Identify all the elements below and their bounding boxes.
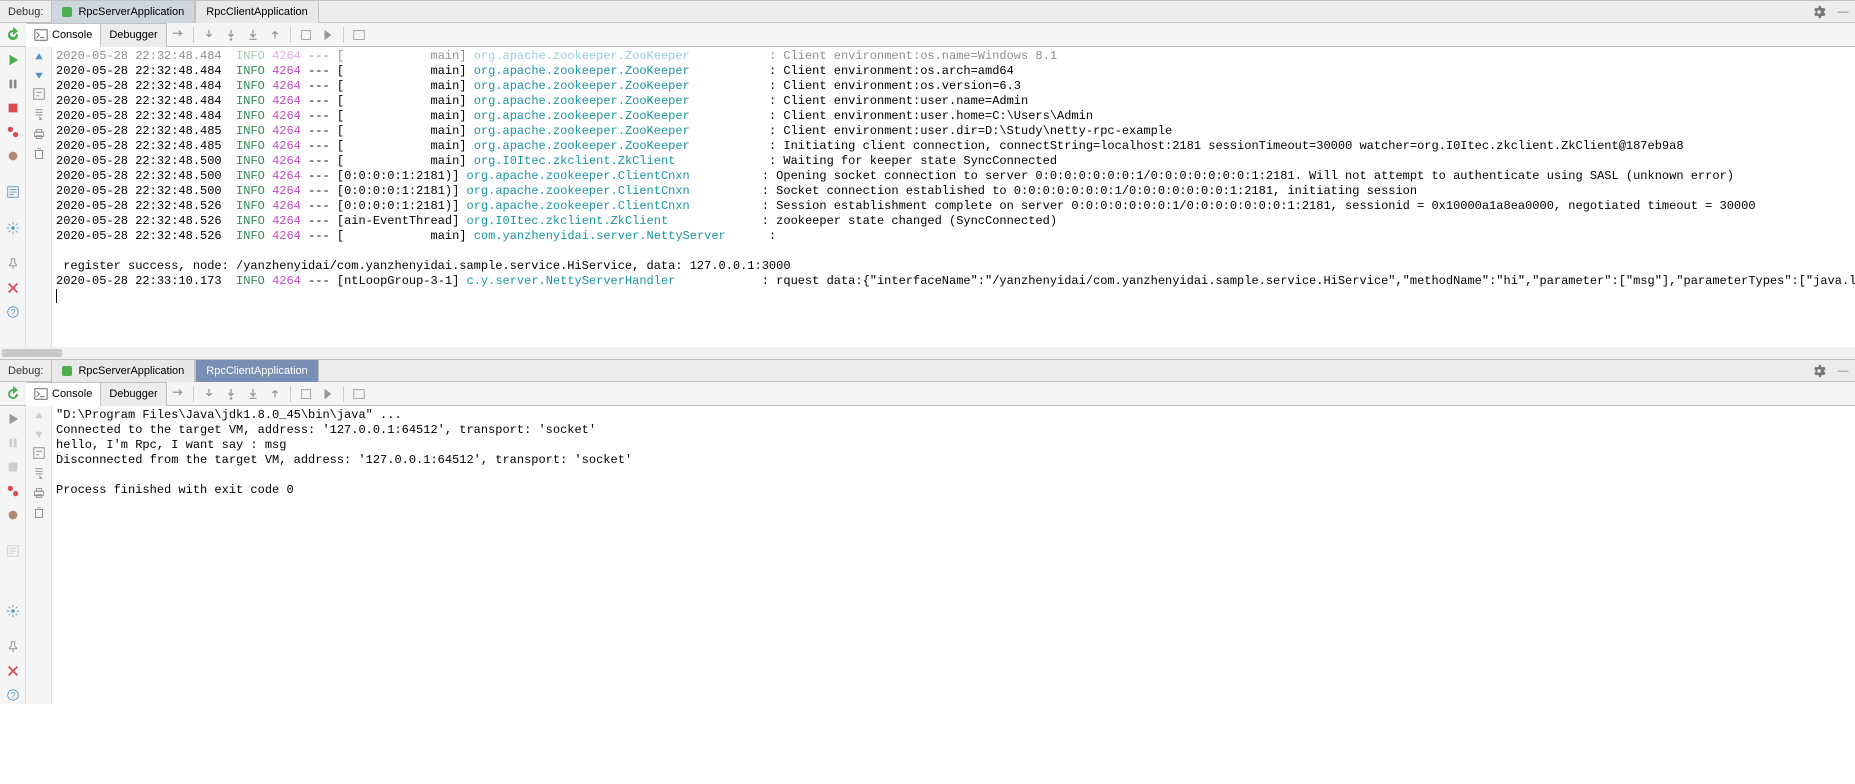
debug-label: Debug: xyxy=(0,6,51,18)
settings-icon[interactable] xyxy=(1811,363,1827,379)
rerun-button[interactable] xyxy=(0,386,26,402)
get-thread-dump-button[interactable] xyxy=(4,542,22,560)
step-over-button[interactable] xyxy=(167,383,189,405)
run-to-cursor-button[interactable] xyxy=(317,383,339,405)
debug-subbar-2: Console Debugger xyxy=(0,382,1855,406)
tab-rpc-server-2[interactable]: RpcServerApplication xyxy=(51,360,195,382)
settings-icon[interactable] xyxy=(1811,4,1827,20)
force-step-button[interactable] xyxy=(242,24,264,46)
console-tab-label: Console xyxy=(52,388,92,400)
run-status-icon xyxy=(62,366,72,376)
step-out-button[interactable] xyxy=(264,24,286,46)
step-into-button[interactable] xyxy=(198,24,220,46)
drop-frame-button[interactable] xyxy=(295,383,317,405)
tab-rpc-server[interactable]: RpcServerApplication xyxy=(51,1,195,23)
console-tab-2[interactable]: Console xyxy=(26,382,101,406)
svg-text:?: ? xyxy=(10,691,15,701)
soft-wrap-button[interactable] xyxy=(32,87,46,101)
view-breakpoints-button[interactable] xyxy=(4,482,22,500)
step-over-button[interactable] xyxy=(167,24,189,46)
console-icon xyxy=(34,387,48,401)
left-gutter-2 xyxy=(26,47,52,347)
debug-panel-client: Debug: RpcServerApplication RpcClientApp… xyxy=(0,359,1855,704)
tab-label: RpcServerApplication xyxy=(78,365,184,377)
pin-button[interactable] xyxy=(4,638,22,656)
clear-all-button[interactable] xyxy=(32,147,46,161)
debugger-tab[interactable]: Debugger xyxy=(101,23,166,47)
console-output-2[interactable]: "D:\Program Files\Java\jdk1.8.0_45\bin\j… xyxy=(52,406,1855,686)
console-toolbar-2 xyxy=(167,383,370,405)
debugger-tab-label: Debugger xyxy=(109,388,157,400)
evaluate-button[interactable] xyxy=(348,383,370,405)
tab-rpc-client-2[interactable]: RpcClientApplication xyxy=(195,360,319,382)
down-stack-button[interactable] xyxy=(33,428,45,440)
print-button[interactable] xyxy=(32,486,46,500)
console-icon xyxy=(34,28,48,42)
close-button[interactable] xyxy=(4,279,22,297)
debug-panel-server: Debug: RpcServerApplication RpcClientApp… xyxy=(0,0,1855,359)
tab-label: RpcClientApplication xyxy=(206,6,308,18)
rerun-icon xyxy=(5,27,21,43)
step-into-my-button[interactable] xyxy=(220,24,242,46)
console-toolbar xyxy=(167,24,370,46)
step-into-button[interactable] xyxy=(198,383,220,405)
print-button[interactable] xyxy=(32,127,46,141)
scroll-end-button[interactable] xyxy=(32,466,46,480)
rerun-button[interactable] xyxy=(0,27,26,43)
resume-button[interactable] xyxy=(4,410,22,428)
settings-button[interactable] xyxy=(4,219,22,237)
hide-icon[interactable]: — xyxy=(1835,363,1851,379)
mute-breakpoints-button[interactable] xyxy=(4,147,22,165)
step-out-button[interactable] xyxy=(264,383,286,405)
view-breakpoints-button[interactable] xyxy=(4,123,22,141)
pin-button[interactable] xyxy=(4,255,22,273)
run-to-cursor-button[interactable] xyxy=(317,24,339,46)
debug-subbar: Console Debugger xyxy=(0,23,1855,47)
console-output[interactable]: 2020-05-28 22:32:48.484 INFO 4264 --- [ … xyxy=(52,47,1855,347)
rerun-icon xyxy=(5,386,21,402)
drop-frame-button[interactable] xyxy=(295,24,317,46)
console-tab-label: Console xyxy=(52,29,92,41)
tab-label: RpcClientApplication xyxy=(206,365,308,377)
up-stack-button[interactable] xyxy=(33,410,45,422)
clear-all-button[interactable] xyxy=(32,506,46,520)
down-stack-button[interactable] xyxy=(33,69,45,81)
pause-button[interactable] xyxy=(4,434,22,452)
left-gutter-1b: ? xyxy=(0,406,26,704)
settings-button[interactable] xyxy=(4,602,22,620)
left-gutter-1: ? xyxy=(0,47,26,347)
help-button[interactable]: ? xyxy=(4,303,22,321)
run-status-icon xyxy=(62,7,72,17)
force-step-button[interactable] xyxy=(242,383,264,405)
up-stack-button[interactable] xyxy=(33,51,45,63)
tab-label: RpcServerApplication xyxy=(78,6,184,18)
hide-icon[interactable]: — xyxy=(1835,4,1851,20)
evaluate-button[interactable] xyxy=(348,24,370,46)
horizontal-scrollbar[interactable] xyxy=(0,347,1855,359)
help-button[interactable]: ? xyxy=(4,686,22,704)
stop-button[interactable] xyxy=(4,458,22,476)
console-tab[interactable]: Console xyxy=(26,23,101,47)
debug-tabbar-2: Debug: RpcServerApplication RpcClientApp… xyxy=(0,360,1855,382)
debugger-tab-2[interactable]: Debugger xyxy=(101,382,166,406)
resume-button[interactable] xyxy=(4,51,22,69)
debug-tabbar: Debug: RpcServerApplication RpcClientApp… xyxy=(0,1,1855,23)
scroll-end-button[interactable] xyxy=(32,107,46,121)
debugger-tab-label: Debugger xyxy=(109,29,157,41)
stop-button[interactable] xyxy=(4,99,22,117)
soft-wrap-button[interactable] xyxy=(32,446,46,460)
pause-button[interactable] xyxy=(4,75,22,93)
mute-breakpoints-button[interactable] xyxy=(4,506,22,524)
step-into-my-button[interactable] xyxy=(220,383,242,405)
svg-text:?: ? xyxy=(10,308,15,318)
left-gutter-2b xyxy=(26,406,52,704)
get-thread-dump-button[interactable] xyxy=(4,183,22,201)
close-button[interactable] xyxy=(4,662,22,680)
tab-rpc-client[interactable]: RpcClientApplication xyxy=(195,1,319,23)
debug-label: Debug: xyxy=(0,365,51,377)
